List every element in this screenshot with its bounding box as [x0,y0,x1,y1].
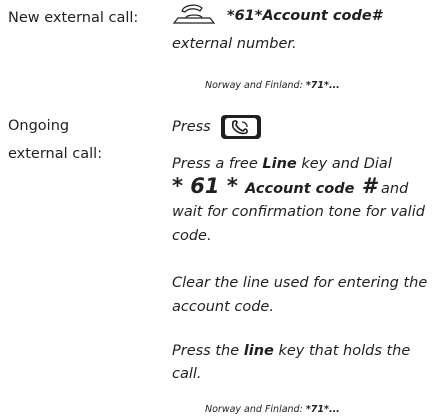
press-line-key-text: Press the line key that holds the [172,339,410,363]
dial-hash: # [354,174,377,198]
confirmation-text: wait for confirmation tone for valid [172,204,425,220]
text-a: Press a free [172,156,263,172]
country-note-2: Norway and Finland: *71*... [205,404,340,416]
dial-and: and [376,181,409,197]
line-word: Line [262,156,297,172]
label-line-1: Ongoing [8,118,70,134]
note-prefix: Norway and Finland: [205,404,306,415]
offhook-handset-icon [172,4,216,24]
note-code: *71*... [305,80,340,91]
dial-sequence-line: * 61 * Account code # and [172,174,408,201]
clear-line-text-2: account code. [172,299,274,315]
text-b: key and Dial [296,156,392,172]
label-ongoing-external-call: Ongoing external call: [8,112,102,168]
note-code: *71*... [305,404,340,415]
account-code-sequence: *61*Account code# [227,8,382,24]
dial-star-61: * 61 * [172,174,246,198]
text-a: Press the [172,343,244,359]
label-line-2: external call: [8,146,103,162]
free-line-instruction: Press a free Line key and Dial [172,152,392,176]
dial-account-code: Account code [245,181,355,197]
external-number-text: external number. [172,36,297,52]
clear-line-text: Clear the line used for entering the [172,275,428,291]
confirmation-text-2: code. [172,228,212,244]
label-new-external-call: New external call: [8,10,139,26]
call-text: call. [172,366,202,382]
note-prefix: Norway and Finland: [205,80,306,91]
line-word-2: line [243,343,274,359]
press-text: Press [172,119,211,135]
country-note-1: Norway and Finland: *71*... [205,80,340,92]
phone-key-icon [221,115,261,139]
text-b: key that holds the [273,343,411,359]
